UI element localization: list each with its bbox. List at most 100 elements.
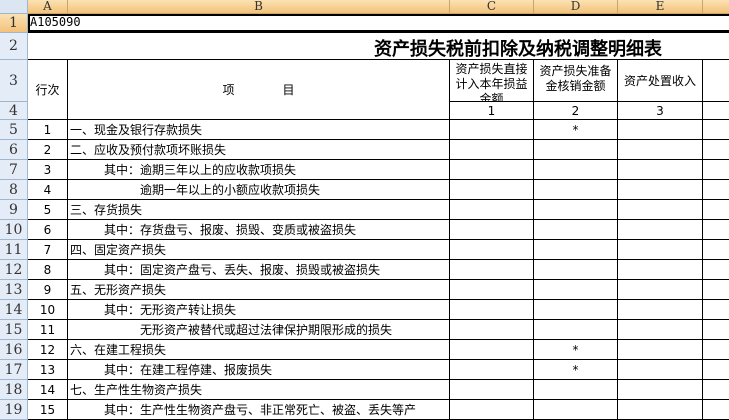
row-number[interactable]: 10 bbox=[28, 300, 68, 320]
row-number[interactable]: 9 bbox=[28, 280, 68, 300]
header-item[interactable]: 项 目 bbox=[68, 60, 450, 120]
row-header[interactable]: 15 bbox=[0, 320, 28, 340]
row-header[interactable]: 5 bbox=[0, 120, 28, 140]
row-number[interactable]: 13 bbox=[28, 360, 68, 380]
cell-col-f[interactable] bbox=[703, 200, 729, 220]
cell-col-c[interactable] bbox=[450, 260, 534, 280]
row-number[interactable]: 6 bbox=[28, 220, 68, 240]
cell-col-c[interactable] bbox=[450, 200, 534, 220]
row-header[interactable]: 16 bbox=[0, 340, 28, 360]
report-title[interactable]: 资产损失税前扣除及纳税调整明细表 bbox=[28, 33, 729, 60]
cell-col-c[interactable] bbox=[450, 120, 534, 140]
col-num-4[interactable] bbox=[703, 102, 729, 120]
header-col-c[interactable]: 资产损失直接计入本年损益金额 bbox=[450, 60, 534, 102]
cell-col-c[interactable] bbox=[450, 180, 534, 200]
item-label[interactable]: 三、存货损失 bbox=[68, 200, 450, 220]
row-header[interactable]: 19 bbox=[0, 400, 28, 420]
cell-col-f[interactable] bbox=[703, 180, 729, 200]
cell-col-c[interactable] bbox=[450, 320, 534, 340]
row-number[interactable]: 7 bbox=[28, 240, 68, 260]
item-label[interactable]: 六、在建工程损失 bbox=[68, 340, 450, 360]
row-header[interactable]: 7 bbox=[0, 160, 28, 180]
row-header[interactable]: 2 bbox=[0, 33, 28, 60]
cell-col-f[interactable] bbox=[703, 340, 729, 360]
row-number[interactable]: 11 bbox=[28, 320, 68, 340]
cell-col-d[interactable] bbox=[534, 180, 618, 200]
col-num-2[interactable]: 2 bbox=[534, 102, 618, 120]
cell-col-d[interactable] bbox=[534, 200, 618, 220]
item-label[interactable]: 七、生产性生物资产损失 bbox=[68, 380, 450, 400]
row-header[interactable]: 10 bbox=[0, 220, 28, 240]
cell-col-f[interactable] bbox=[703, 320, 729, 340]
cell-col-e[interactable] bbox=[618, 160, 703, 180]
cell-col-d[interactable] bbox=[534, 160, 618, 180]
cell-col-e[interactable] bbox=[618, 320, 703, 340]
cell-col-f[interactable] bbox=[703, 160, 729, 180]
cell-col-e[interactable] bbox=[618, 120, 703, 140]
item-label[interactable]: 其中：在建工程停建、报废损失 bbox=[68, 360, 450, 380]
col-num-1[interactable]: 1 bbox=[450, 102, 534, 120]
cell-col-c[interactable] bbox=[450, 340, 534, 360]
cell-col-c[interactable] bbox=[450, 160, 534, 180]
cell-col-f[interactable] bbox=[703, 300, 729, 320]
cell-col-f[interactable] bbox=[703, 360, 729, 380]
cell-col-d[interactable] bbox=[534, 320, 618, 340]
item-label[interactable]: 五、无形资产损失 bbox=[68, 280, 450, 300]
cell-col-c[interactable] bbox=[450, 140, 534, 160]
cell-col-d[interactable]: * bbox=[534, 360, 618, 380]
item-label[interactable]: 四、固定资产损失 bbox=[68, 240, 450, 260]
item-label[interactable]: 二、应收及预付款项坏账损失 bbox=[68, 140, 450, 160]
cell-col-c[interactable] bbox=[450, 400, 534, 420]
row-header[interactable]: 14 bbox=[0, 300, 28, 320]
item-label[interactable]: 其中：无形资产转让损失 bbox=[68, 300, 450, 320]
cell-col-d[interactable] bbox=[534, 380, 618, 400]
cell-col-f[interactable] bbox=[703, 120, 729, 140]
cell-col-e[interactable] bbox=[618, 300, 703, 320]
item-label[interactable]: 无形资产被替代或超过法律保护期限形成的损失 bbox=[68, 320, 450, 340]
cell-col-d[interactable] bbox=[534, 260, 618, 280]
row-header[interactable]: 6 bbox=[0, 140, 28, 160]
row-number[interactable]: 1 bbox=[28, 120, 68, 140]
row-header[interactable]: 4 bbox=[0, 102, 28, 120]
cell-col-e[interactable] bbox=[618, 340, 703, 360]
header-col-d[interactable]: 资产损失准备金核销金额 bbox=[534, 60, 618, 102]
cell-col-c[interactable] bbox=[450, 380, 534, 400]
cell-col-f[interactable] bbox=[703, 260, 729, 280]
row-number[interactable]: 4 bbox=[28, 180, 68, 200]
row-number[interactable]: 15 bbox=[28, 400, 68, 420]
cell-col-d[interactable] bbox=[534, 280, 618, 300]
cell-col-e[interactable] bbox=[618, 180, 703, 200]
column-header[interactable]: A bbox=[28, 0, 68, 14]
item-label[interactable]: 其中：生产性生物资产盘亏、非正常死亡、被盗、丢失等产 bbox=[68, 400, 450, 420]
cell-col-d[interactable] bbox=[534, 300, 618, 320]
cell-col-e[interactable] bbox=[618, 380, 703, 400]
row-header[interactable]: 11 bbox=[0, 240, 28, 260]
cell-col-f[interactable] bbox=[703, 140, 729, 160]
cell-col-d[interactable] bbox=[534, 220, 618, 240]
row-number[interactable]: 8 bbox=[28, 260, 68, 280]
cell-col-d[interactable] bbox=[534, 400, 618, 420]
row-header[interactable]: 12 bbox=[0, 260, 28, 280]
item-label[interactable]: 逾期一年以上的小额应收款项损失 bbox=[68, 180, 450, 200]
column-header[interactable]: E bbox=[618, 0, 703, 14]
row-header[interactable]: 18 bbox=[0, 380, 28, 400]
select-all-corner[interactable] bbox=[0, 0, 28, 14]
cell-col-c[interactable] bbox=[450, 240, 534, 260]
cell-col-c[interactable] bbox=[450, 220, 534, 240]
column-header[interactable]: B bbox=[68, 0, 450, 14]
row-header[interactable]: 13 bbox=[0, 280, 28, 300]
cell-col-c[interactable] bbox=[450, 360, 534, 380]
row-number[interactable]: 3 bbox=[28, 160, 68, 180]
row-header[interactable]: 3 bbox=[0, 60, 28, 102]
column-header[interactable]: D bbox=[534, 0, 618, 14]
header-col-e[interactable]: 资产处置收入 bbox=[618, 60, 703, 102]
row-number[interactable]: 5 bbox=[28, 200, 68, 220]
header-col-f[interactable]: 赔 bbox=[703, 60, 729, 102]
cell-col-f[interactable] bbox=[703, 380, 729, 400]
header-row-no[interactable]: 行次 bbox=[28, 60, 68, 120]
cell-col-e[interactable] bbox=[618, 400, 703, 420]
item-label[interactable]: 其中：存货盘亏、报废、损毁、变质或被盗损失 bbox=[68, 220, 450, 240]
cell-col-d[interactable] bbox=[534, 240, 618, 260]
column-header[interactable]: C bbox=[450, 0, 534, 14]
col-num-3[interactable]: 3 bbox=[618, 102, 703, 120]
